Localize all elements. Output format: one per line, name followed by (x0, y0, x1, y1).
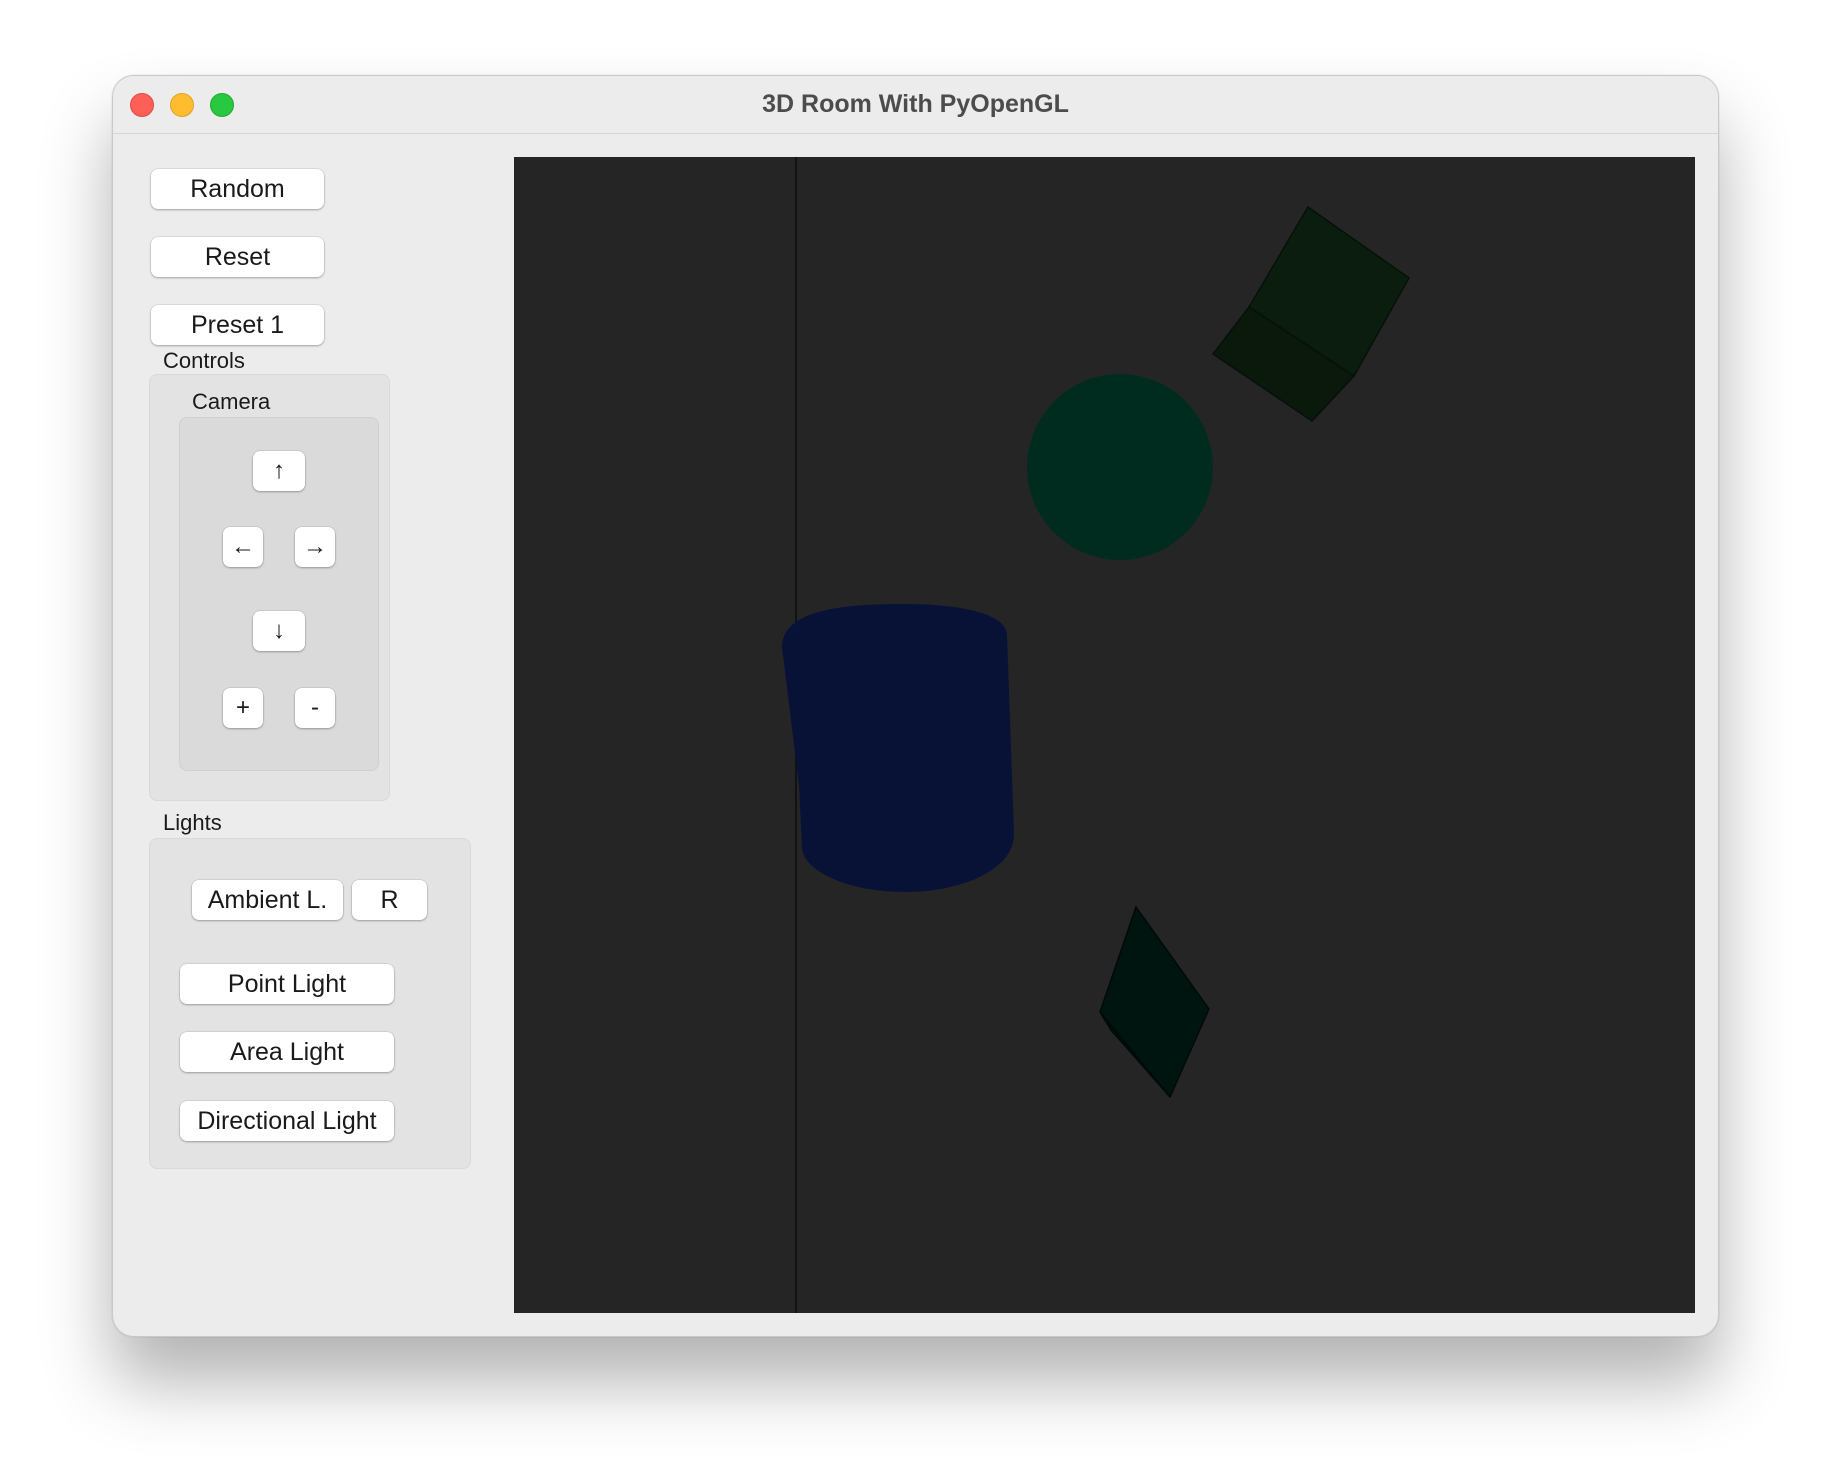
preset-1-button[interactable]: Preset 1 (151, 305, 324, 345)
ambient-reset-button[interactable]: R (352, 880, 427, 920)
arrow-left-icon: ← (231, 533, 255, 560)
cylinder-object (782, 604, 1014, 892)
window-title: 3D Room With PyOpenGL (762, 90, 1069, 118)
opengl-viewport[interactable] (514, 157, 1695, 1313)
tetrahedron-object (1099, 905, 1210, 1099)
scene-render (782, 157, 1410, 1313)
camera-up-button[interactable]: ↑ (253, 451, 305, 491)
camera-label: Camera (192, 389, 271, 414)
random-button[interactable]: Random (151, 169, 324, 209)
camera-down-button[interactable]: ↓ (253, 611, 305, 651)
reset-button[interactable]: Reset (151, 237, 324, 277)
zoom-in-button[interactable]: + (223, 688, 263, 728)
lights-group: Ambient L. R Point Light Area Light Dire… (149, 838, 471, 1169)
directional-light-button[interactable]: Directional Light (180, 1101, 394, 1141)
minus-icon: - (311, 694, 319, 721)
point-light-button[interactable]: Point Light (180, 964, 394, 1004)
controls-group: Camera ↑ ← → ↓ + - (149, 374, 390, 801)
arrow-down-icon: ↓ (273, 617, 285, 644)
sphere-object (1027, 374, 1213, 560)
camera-left-button[interactable]: ← (223, 527, 263, 567)
arrow-right-icon: → (303, 533, 327, 560)
camera-group: ↑ ← → ↓ + - (179, 417, 379, 771)
zoom-out-button[interactable]: - (295, 688, 335, 728)
app-window: 3D Room With PyOpenGL Random Reset Prese… (112, 75, 1719, 1337)
controls-label: Controls (163, 348, 245, 373)
cube-object (1211, 205, 1410, 422)
ambient-light-button[interactable]: Ambient L. (192, 880, 343, 920)
area-light-button[interactable]: Area Light (180, 1032, 394, 1072)
camera-right-button[interactable]: → (295, 527, 335, 567)
plus-icon: + (235, 694, 250, 721)
lights-label: Lights (163, 810, 222, 835)
title-bar: 3D Room With PyOpenGL (113, 76, 1718, 134)
arrow-up-icon: ↑ (273, 457, 285, 484)
